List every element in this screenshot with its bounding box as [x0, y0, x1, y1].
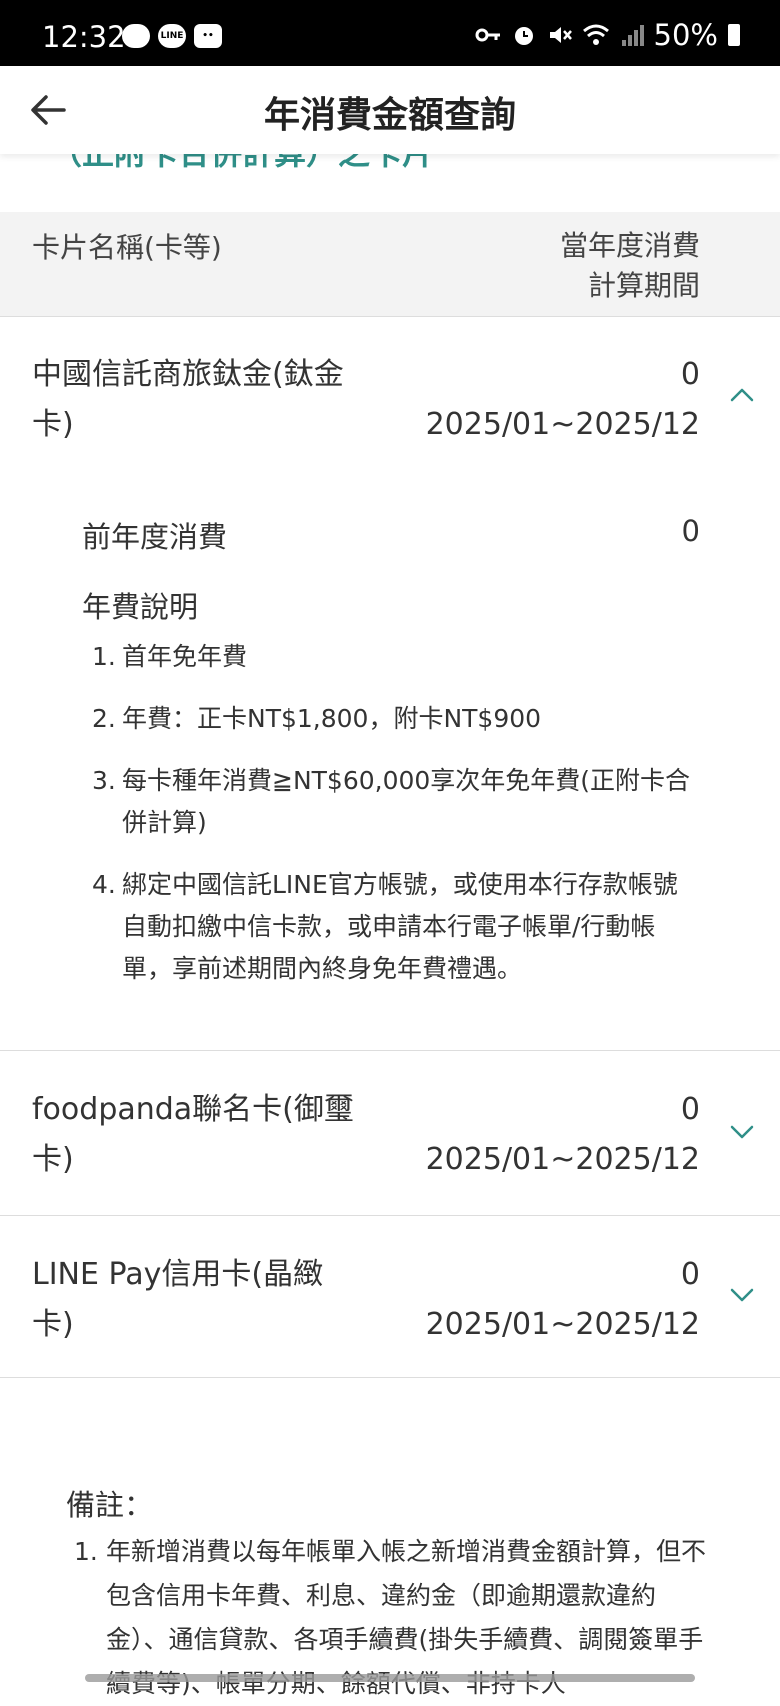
- card-row-2[interactable]: foodpanda聯名卡(御璽卡) 0 2025/01~2025/12: [0, 1051, 780, 1216]
- list-text: 每卡種年消費≧NT$60,000享次年免年費(正附卡合併計算): [122, 766, 691, 837]
- column-header-spend-line2: 計算期間: [587, 269, 700, 302]
- status-time: 12:32: [42, 20, 126, 54]
- column-header-card: 卡片名稱(卡等): [32, 231, 222, 264]
- card-name: LINE Pay信用卡(晶緻卡): [32, 1257, 324, 1342]
- mute-icon: [549, 27, 572, 43]
- battery-percent: 50%: [653, 18, 718, 52]
- list-item: 2. 年費：正卡NT$1,800，附卡NT$900: [92, 698, 702, 740]
- alarm-icon: [514, 27, 533, 45]
- list-text: 綁定中國信託LINE官方帳號，或使用本行存款帳號自動扣繳中信卡款，或申請本行電子…: [122, 870, 678, 983]
- card-period: 2025/01~2025/12: [425, 407, 700, 442]
- signal-icon: [621, 25, 644, 46]
- card-name: 中國信託商旅鈦金(鈦金卡): [32, 357, 344, 442]
- list-number: 1.: [92, 642, 116, 671]
- home-indicator[interactable]: [85, 1674, 695, 1682]
- battery-icon: [728, 24, 740, 46]
- card-spend: 0: [680, 357, 700, 392]
- card-values: 0 2025/01~2025/12: [426, 1085, 700, 1185]
- card-period: 2025/01~2025/12: [425, 1142, 700, 1177]
- robot-app-icon: ••: [194, 24, 222, 48]
- list-text: 首年免年費: [122, 642, 248, 671]
- app-header: 年消費金額查詢: [0, 66, 780, 154]
- card-values: 0 2025/01~2025/12: [426, 1250, 700, 1350]
- column-header-spend: 當年度消費 計算期間: [560, 226, 700, 306]
- card-spend: 0: [680, 1257, 700, 1292]
- notes-title: 備註：: [66, 1488, 154, 1522]
- chevron-down-icon[interactable]: [726, 1115, 758, 1147]
- list-number: 1.: [74, 1537, 98, 1566]
- list-number: 3.: [92, 766, 116, 795]
- system-icons: 50%: [474, 18, 740, 52]
- column-header-spend-line1: 當年度消費: [559, 229, 700, 262]
- card-values: 0 2025/01~2025/12: [426, 350, 700, 450]
- chat-bubble-icon: [122, 24, 150, 48]
- list-item: 1. 首年免年費: [92, 636, 702, 678]
- line-app-icon: LINE: [158, 24, 186, 48]
- table-header: 卡片名稱(卡等) 當年度消費 計算期間: [0, 212, 780, 317]
- card-period: 2025/01~2025/12: [425, 1307, 700, 1342]
- card-spend: 0: [680, 1092, 700, 1127]
- annual-fee-title: 年費說明: [82, 590, 199, 624]
- list-text: 年費：正卡NT$1,800，附卡NT$900: [122, 704, 542, 733]
- status-bar: 12:32 LINE •• 50%: [0, 0, 780, 66]
- list-number: 2.: [92, 704, 116, 733]
- vpn-key-icon: [475, 28, 500, 42]
- prev-year-value: 0: [681, 514, 700, 548]
- prev-year-label: 前年度消費: [82, 520, 228, 554]
- wifi-icon: [582, 24, 609, 45]
- chevron-up-icon[interactable]: [726, 380, 758, 412]
- card-name: foodpanda聯名卡(御璽卡): [32, 1092, 354, 1177]
- list-item: 3. 每卡種年消費≧NT$60,000享次年免年費(正附卡合併計算): [92, 760, 702, 844]
- page-title: 年消費金額查詢: [263, 95, 516, 136]
- list-number: 4.: [92, 870, 116, 899]
- chevron-down-icon[interactable]: [726, 1278, 758, 1310]
- list-item: 4. 綁定中國信託LINE官方帳號，或使用本行存款帳號自動扣繳中信卡款，或申請本行…: [92, 864, 702, 990]
- card-row-3[interactable]: LINE Pay信用卡(晶緻卡) 0 2025/01~2025/12: [0, 1216, 780, 1378]
- notification-icons: LINE ••: [122, 24, 222, 48]
- annual-fee-list: 1. 首年免年費 2. 年費：正卡NT$1,800，附卡NT$900 3. 每卡種年消…: [92, 636, 702, 1010]
